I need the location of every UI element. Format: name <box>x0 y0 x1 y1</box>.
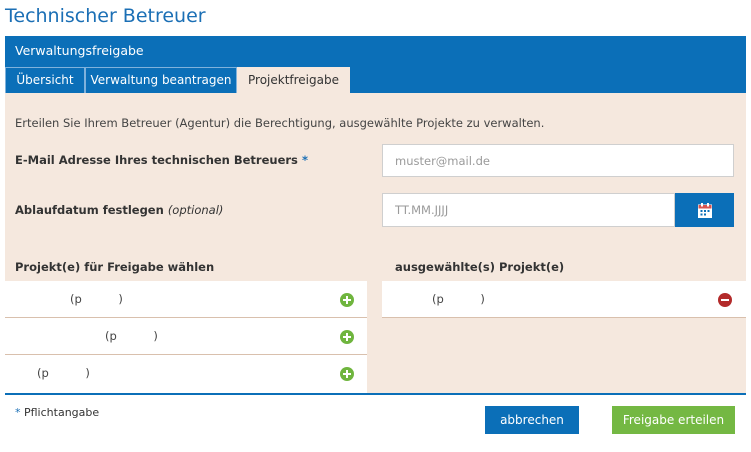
required-mark: * <box>15 406 21 419</box>
email-label: E-Mail Adresse Ihres technischen Betreue… <box>15 153 308 167</box>
available-projects-header: Projekt(e) für Freigabe wählen <box>15 260 215 274</box>
plus-circle-icon[interactable] <box>340 293 354 307</box>
footer-divider <box>5 393 746 395</box>
list-item[interactable]: (p ) <box>5 281 367 318</box>
date-label-text: Ablaufdatum festlegen <box>15 203 164 217</box>
selected-projects-header: ausgewählte(s) Projekt(e) <box>395 260 565 274</box>
date-input[interactable] <box>382 193 675 227</box>
tab-bar: Übersicht Verwaltung beantragen Projektf… <box>5 66 746 93</box>
intro-text: Erteilen Sie Ihrem Betreuer (Agentur) di… <box>15 116 545 130</box>
required-note-text: Pflichtangabe <box>24 406 100 419</box>
tab-projektfreigabe[interactable]: Projektfreigabe <box>237 67 350 93</box>
project-name: (p ) <box>105 329 158 343</box>
required-note: * Pflichtangabe <box>15 406 99 419</box>
email-input[interactable] <box>382 144 734 177</box>
tab-verwaltung-beantragen[interactable]: Verwaltung beantragen <box>85 67 237 93</box>
project-name: (p ) <box>37 366 90 380</box>
plus-circle-icon[interactable] <box>340 330 354 344</box>
cancel-button[interactable]: abbrechen <box>485 406 579 434</box>
list-item[interactable]: (p ) <box>5 355 367 392</box>
email-label-text: E-Mail Adresse Ihres technischen Betreue… <box>15 153 298 167</box>
tab-uebersicht[interactable]: Übersicht <box>5 67 85 93</box>
list-item[interactable]: (p ) <box>5 318 367 355</box>
selected-projects-list: (p ) <box>382 281 746 318</box>
required-mark: * <box>301 153 308 167</box>
plus-circle-icon[interactable] <box>340 367 354 381</box>
list-item[interactable]: (p ) <box>382 281 746 318</box>
section-header: Verwaltungsfreigabe <box>5 36 746 66</box>
submit-button[interactable]: Freigabe erteilen <box>612 406 735 434</box>
date-optional-text: (optional) <box>167 203 224 217</box>
project-name: (p ) <box>70 292 123 306</box>
project-name: (p ) <box>432 292 485 306</box>
date-label: Ablaufdatum festlegen (optional) <box>15 203 223 217</box>
calendar-icon <box>697 202 712 218</box>
minus-circle-icon[interactable] <box>718 293 732 307</box>
projektfreigabe-panel: Erteilen Sie Ihrem Betreuer (Agentur) di… <box>5 93 746 393</box>
available-projects-list: (p ) (p ) (p ) <box>5 281 367 393</box>
page-title: Technischer Betreuer <box>5 5 206 27</box>
calendar-button[interactable] <box>675 193 734 227</box>
